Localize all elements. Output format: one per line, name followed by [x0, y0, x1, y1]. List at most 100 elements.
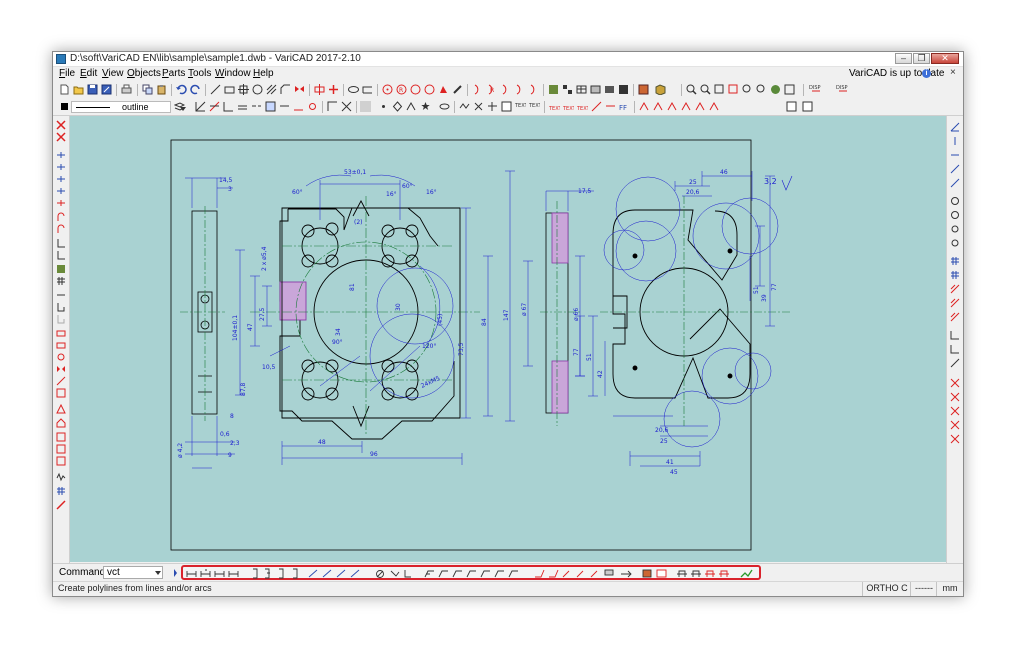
v-line-icon-1[interactable]	[56, 150, 66, 160]
roughness-icon[interactable]	[459, 101, 470, 112]
rdim-icon-5[interactable]	[950, 178, 960, 188]
erase-dim-icon-2[interactable]	[950, 392, 960, 402]
sym-icon-6[interactable]	[709, 101, 720, 112]
circle-tangent-icon[interactable]	[424, 84, 435, 95]
v-insert-icon-3[interactable]	[56, 456, 66, 466]
v-line-icon-4[interactable]	[56, 186, 66, 196]
arc-tool-icon[interactable]	[438, 84, 449, 95]
circle-dim-icon-1[interactable]	[950, 196, 960, 206]
undo-icon[interactable]	[176, 84, 187, 95]
line-tool-icon[interactable]	[210, 84, 221, 95]
document-close-icon[interactable]: ×	[950, 67, 956, 78]
text-insert-icon[interactable]: TEXT	[515, 101, 526, 112]
weld-icon[interactable]	[487, 101, 498, 112]
oval-icon[interactable]	[439, 101, 450, 112]
mark-icon[interactable]	[406, 101, 417, 112]
v-corner-icon-1[interactable]	[56, 238, 66, 248]
v-line-icon-2[interactable]	[56, 162, 66, 172]
command-execute-icon[interactable]	[167, 567, 178, 578]
dim-vertical-icons[interactable]	[253, 568, 298, 579]
copy-object-icon[interactable]	[328, 84, 339, 95]
circle-dim-icon-4[interactable]	[950, 238, 960, 248]
v-insert-icon-1[interactable]	[56, 432, 66, 442]
hatch-tool-icon[interactable]	[266, 84, 277, 95]
circle-dim-icon-2[interactable]	[950, 210, 960, 220]
current-color-swatch[interactable]	[61, 103, 68, 110]
arc-tangent-icon[interactable]	[514, 84, 525, 95]
close-button[interactable]: ✕	[931, 53, 959, 64]
v-line-icon-5[interactable]	[56, 198, 66, 208]
polyline-tool-icon[interactable]	[362, 84, 373, 95]
dimension-icon[interactable]	[590, 84, 601, 95]
stretch-icon[interactable]	[279, 101, 290, 112]
text-font-icon[interactable]: TEXT	[577, 101, 588, 112]
hatch-edit-icon[interactable]	[591, 101, 602, 112]
point-icon[interactable]	[378, 101, 389, 112]
dim-edit-icons[interactable]	[677, 570, 729, 577]
delete-icon[interactable]	[56, 120, 66, 130]
arc-radius-icon[interactable]: R	[486, 84, 497, 95]
v-scale-icon[interactable]	[56, 376, 66, 386]
tol-icon-1[interactable]	[950, 330, 960, 340]
v-insert-icon-2[interactable]	[56, 444, 66, 454]
menu-view[interactable]: View	[102, 68, 124, 79]
dim-angle-icons[interactable]	[424, 570, 518, 578]
display-settings-icon[interactable]: DISP	[835, 84, 855, 95]
text-edit-icon[interactable]: TEXT	[529, 101, 540, 112]
circle-radius-icon[interactable]: R	[396, 84, 407, 95]
dim-diameter-icons[interactable]	[376, 570, 412, 578]
rotate-icon[interactable]	[307, 101, 318, 112]
v-bracket-icon-2[interactable]	[56, 314, 66, 324]
diamond-icon[interactable]	[392, 101, 403, 112]
circle-dim-icon-3[interactable]	[950, 224, 960, 234]
v-pick-icon[interactable]	[56, 500, 66, 510]
v-layer-icon[interactable]	[56, 264, 66, 274]
v-arc-icon-2[interactable]	[56, 224, 66, 234]
zoom-previous-icon[interactable]	[742, 84, 753, 95]
plot-icon[interactable]	[802, 101, 813, 112]
v-grid-icon[interactable]	[56, 276, 66, 286]
properties-icon[interactable]	[618, 84, 629, 95]
sym-icon-2[interactable]	[653, 101, 664, 112]
erase-dim-icon-1[interactable]	[950, 378, 960, 388]
v-grid-small-icon[interactable]	[56, 486, 66, 496]
dim-text-icons[interactable]	[642, 569, 667, 578]
v-mirror-icon[interactable]	[56, 364, 66, 374]
layers-stack-icon[interactable]	[174, 101, 185, 112]
minimize-button[interactable]: –	[895, 53, 912, 64]
v-house-icon[interactable]	[56, 418, 66, 428]
fillet-icon[interactable]	[265, 101, 276, 112]
arc-extend-icon[interactable]	[528, 84, 539, 95]
erase-dim-icon-3[interactable]	[950, 406, 960, 416]
units-status[interactable]: mm	[936, 582, 963, 596]
menu-parts[interactable]: Parts	[162, 68, 185, 79]
menu-window[interactable]: Window	[215, 68, 251, 79]
dim-edit-icon[interactable]	[605, 101, 616, 112]
chamfer-tool-icon[interactable]	[280, 84, 291, 95]
v-corner-icon-2[interactable]	[56, 250, 66, 260]
hatch-dim-icon-4[interactable]	[950, 298, 960, 308]
paste-icon[interactable]	[156, 84, 167, 95]
ortho-status[interactable]: ORTHO C	[862, 582, 911, 596]
v-rotate-icon[interactable]	[56, 352, 66, 362]
pan-icon[interactable]	[770, 84, 781, 95]
arc-3pt-icon[interactable]	[500, 84, 511, 95]
zoom-window-icon[interactable]	[714, 84, 725, 95]
arc-center-icon[interactable]	[472, 84, 483, 95]
v-line-icon-3[interactable]	[56, 174, 66, 184]
3d-view-icon[interactable]	[655, 84, 666, 95]
drawing-canvas[interactable]: 14,5 3 2,3 9 0,6 ø 4,2 53±0,1 60° 60° 16…	[70, 116, 946, 562]
info-icon[interactable]: i	[922, 69, 931, 78]
mirror-tool-icon[interactable]	[294, 84, 305, 95]
move-tool-icon[interactable]	[314, 84, 325, 95]
dim-horizontal-icons[interactable]	[186, 569, 239, 577]
v-bracket-icon[interactable]	[56, 302, 66, 312]
restore-button[interactable]: ❐	[913, 53, 930, 64]
offset-icon[interactable]	[237, 101, 248, 112]
v-wave-icon[interactable]	[56, 472, 66, 482]
v-move-icon-1[interactable]	[56, 328, 66, 338]
menu-tools[interactable]: Tools	[188, 68, 211, 79]
text-style-icon[interactable]: TEXT	[549, 101, 560, 112]
sym-icon-5[interactable]	[695, 101, 706, 112]
cross-tool-icon[interactable]	[238, 84, 249, 95]
